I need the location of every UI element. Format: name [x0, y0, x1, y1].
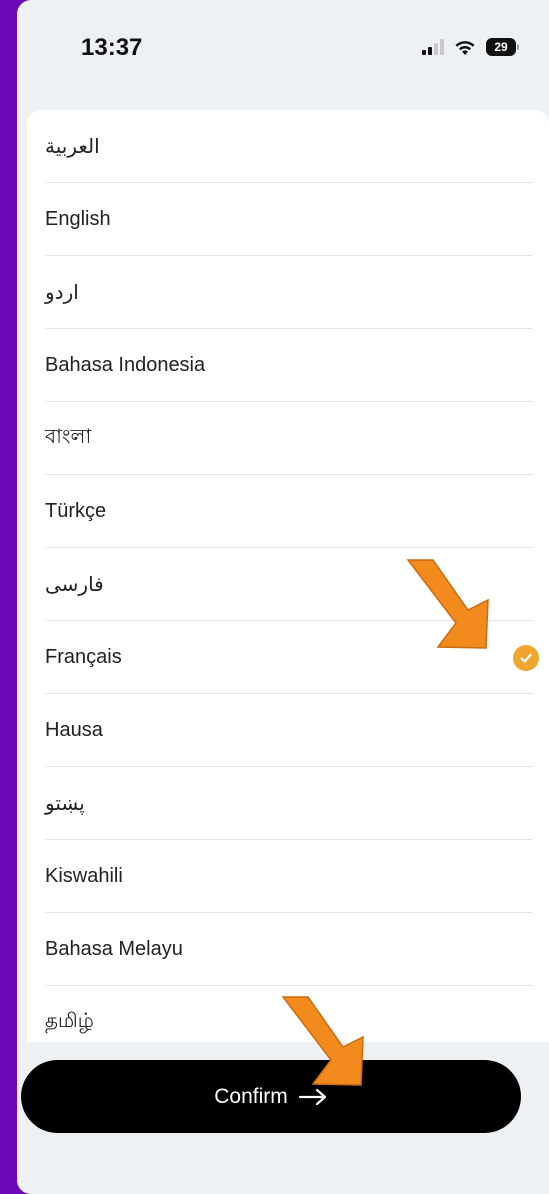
language-label: தமிழ்	[45, 1010, 94, 1032]
confirm-button-label: Confirm	[214, 1084, 288, 1108]
wifi-icon	[455, 40, 475, 55]
language-item-arabic[interactable]: العربية	[27, 110, 549, 183]
status-bar: 13:37 29	[17, 0, 549, 100]
status-icons: 29	[422, 38, 519, 56]
arrow-right-icon	[298, 1088, 326, 1105]
language-item-persian[interactable]: فارسی	[27, 548, 549, 621]
language-item-english[interactable]: English	[27, 183, 549, 256]
status-time: 13:37	[81, 34, 143, 61]
language-label: اردو	[45, 282, 79, 304]
language-label: Hausa	[45, 719, 103, 741]
language-label: বাংলা	[45, 426, 92, 448]
battery-level: 29	[486, 38, 516, 56]
language-label: العربية	[45, 136, 100, 158]
language-list: العربية English اردو Bahasa Indonesia বা…	[27, 110, 549, 1042]
language-item-bahasa-indonesia[interactable]: Bahasa Indonesia	[27, 329, 549, 402]
confirm-button[interactable]: Confirm	[21, 1060, 521, 1133]
language-item-tamil[interactable]: தமிழ்	[27, 986, 549, 1042]
language-label: Türkçe	[45, 500, 107, 522]
language-item-pashto[interactable]: پښتو	[27, 767, 549, 840]
language-label: Kiswahili	[45, 865, 123, 887]
language-label: English	[45, 208, 111, 230]
language-label: Bahasa Melayu	[45, 938, 183, 960]
language-label: فارسی	[45, 574, 104, 596]
selected-check-icon	[513, 644, 539, 671]
language-item-bahasa-melayu[interactable]: Bahasa Melayu	[27, 913, 549, 986]
language-item-kiswahili[interactable]: Kiswahili	[27, 840, 549, 913]
cellular-signal-icon	[422, 39, 444, 55]
language-item-urdu[interactable]: اردو	[27, 256, 549, 329]
language-item-turkish[interactable]: Türkçe	[27, 475, 549, 548]
phone-screen: 13:37 29 العربية English اردو Bahasa Ind…	[17, 0, 549, 1194]
language-label: Français	[45, 646, 122, 668]
language-label: پښتو	[45, 793, 85, 815]
language-label: Bahasa Indonesia	[45, 354, 206, 376]
battery-icon: 29	[486, 38, 519, 56]
language-item-hausa[interactable]: Hausa	[27, 694, 549, 767]
language-item-bangla[interactable]: বাংলা	[27, 402, 549, 475]
language-item-french[interactable]: Français	[27, 621, 549, 694]
